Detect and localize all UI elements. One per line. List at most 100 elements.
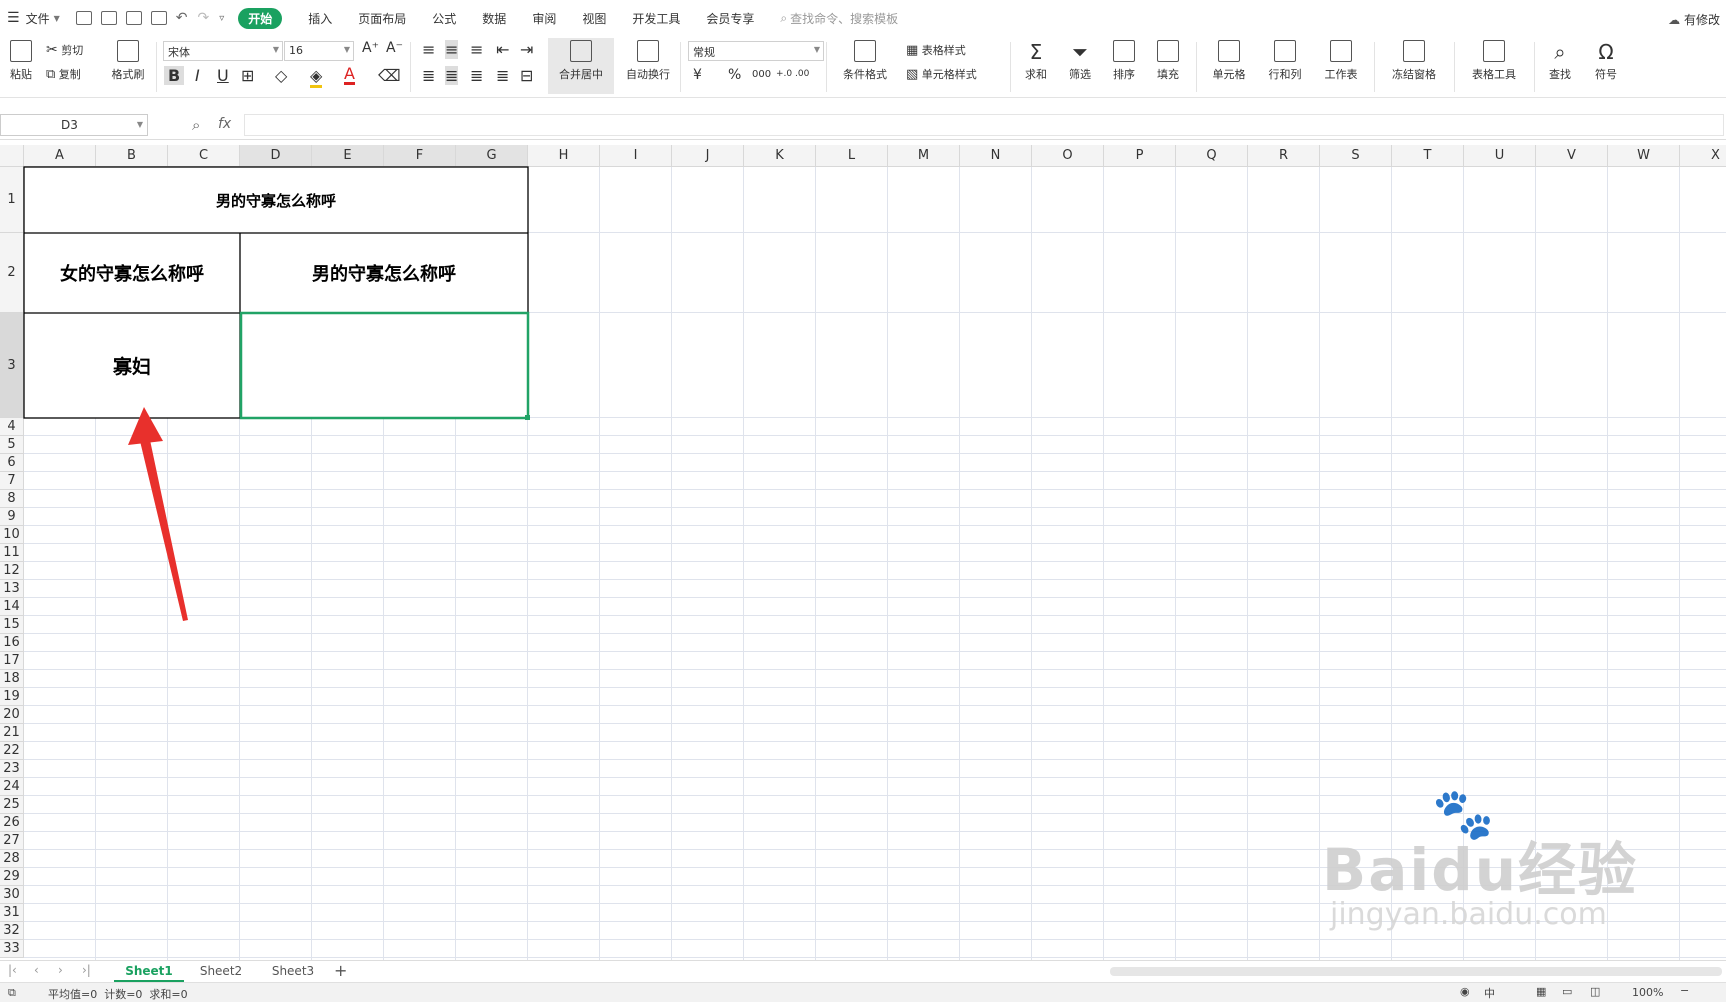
spreadsheet-grid[interactable]: ABCDEFGHIJKLMNOPQRSTUVWX 1 2 3 4 5 6 7 8 9 10 11 12…	[0, 145, 1726, 960]
italic-icon[interactable]: I	[195, 66, 200, 85]
eye-icon[interactable]: ◉	[1460, 985, 1470, 998]
align-middle-icon[interactable]: ≡	[445, 40, 459, 59]
save-icon[interactable]	[75, 11, 92, 25]
table-style-button[interactable]: ▦ 表格样式	[906, 42, 966, 58]
table-outer-border	[23, 166, 529, 419]
fill-button[interactable]: 填充	[1150, 40, 1186, 82]
cloud-status-label: 有修改	[1683, 13, 1720, 27]
sheet-tab-1[interactable]: Sheet1	[114, 961, 184, 982]
worksheet-button[interactable]: 工作表	[1318, 40, 1364, 82]
justify-icon[interactable]: ≣	[496, 66, 509, 85]
align-left-icon[interactable]: ≣	[422, 66, 435, 85]
zoom-icon[interactable]: ⌕	[192, 116, 200, 134]
command-search[interactable]: ⌕ 查找命令、搜索模板	[780, 10, 898, 27]
fill-handle[interactable]	[525, 415, 530, 420]
border-icon[interactable]: ⊞	[241, 66, 254, 85]
normal-view-icon[interactable]: ▦	[1536, 985, 1546, 998]
cut-button[interactable]: ✂ 剪切	[46, 42, 83, 58]
freeze-icon	[1403, 40, 1425, 62]
row-col-button[interactable]: 行和列	[1262, 40, 1308, 82]
distribute-icon[interactable]: ⊟	[520, 66, 533, 85]
copy-button[interactable]: ⧉ 复制	[46, 66, 81, 82]
menu-file-label: 文件	[25, 11, 50, 26]
input-lang[interactable]: 中	[1484, 985, 1495, 1001]
increase-decimal-icon[interactable]: +.0 .00	[776, 69, 809, 79]
cell-button[interactable]: 单元格	[1206, 40, 1252, 82]
tab-page-layout[interactable]: 页面布局	[358, 10, 406, 27]
currency-icon[interactable]: ¥	[693, 67, 702, 83]
decrease-font-icon[interactable]: A⁻	[386, 40, 403, 56]
paste-button[interactable]: 粘贴	[6, 40, 36, 82]
conditional-format-button[interactable]: 条件格式	[836, 40, 894, 82]
format-painter-button[interactable]: 格式刷	[108, 40, 148, 82]
menu-file[interactable]: 文件 ▼	[26, 10, 60, 27]
tab-data[interactable]: 数据	[482, 10, 506, 27]
zoom-out-icon[interactable]: −	[1680, 984, 1689, 997]
font-size-select[interactable]: 16 ▼	[284, 41, 354, 61]
separator	[156, 42, 157, 92]
find-button[interactable]: ⌕ 查找	[1542, 40, 1578, 82]
redo-icon[interactable]: ↷	[197, 10, 209, 26]
tab-developer[interactable]: 开发工具	[632, 10, 680, 27]
first-sheet-icon[interactable]: |‹	[8, 963, 17, 977]
symbol-button[interactable]: Ω 符号	[1588, 40, 1624, 82]
sheet-tab-3[interactable]: Sheet3	[258, 961, 328, 982]
align-right-icon[interactable]: ≣	[470, 66, 483, 85]
tab-view[interactable]: 视图	[582, 10, 606, 27]
font-color-icon[interactable]: A	[344, 66, 355, 85]
prev-sheet-icon[interactable]: ‹	[34, 963, 39, 977]
tab-formulas[interactable]: 公式	[432, 10, 456, 27]
table-tools-button[interactable]: 表格工具	[1464, 40, 1524, 82]
customize-icon[interactable]: ▿	[219, 13, 224, 24]
underline-icon[interactable]: U	[217, 66, 229, 85]
table-style-icon: ▦	[906, 43, 919, 58]
sum-button[interactable]: Σ 求和	[1018, 40, 1054, 82]
tab-review[interactable]: 审阅	[532, 10, 556, 27]
export-icon[interactable]	[100, 11, 117, 25]
next-sheet-icon[interactable]: ›	[58, 963, 63, 977]
print-preview-icon[interactable]	[150, 11, 167, 25]
add-sheet-icon[interactable]: +	[334, 961, 347, 980]
increase-indent-icon[interactable]: ⇥	[520, 40, 533, 59]
sort-button[interactable]: 排序	[1106, 40, 1142, 82]
increase-font-icon[interactable]: A⁺	[362, 40, 379, 56]
tab-insert[interactable]: 插入	[308, 10, 332, 27]
align-center-icon[interactable]: ≣	[445, 66, 459, 85]
separator	[1196, 42, 1197, 92]
decrease-indent-icon[interactable]: ⇤	[496, 40, 509, 59]
cell-style-button[interactable]: ▧ 单元格样式	[906, 66, 977, 82]
highlight-icon[interactable]: ◈	[310, 66, 323, 88]
align-top-icon[interactable]: ≡	[422, 40, 435, 59]
worksheet-icon	[1330, 40, 1352, 62]
number-format-select[interactable]: 常规 ▼	[688, 41, 824, 61]
tab-start[interactable]: 开始	[238, 7, 283, 29]
sheet-tab-2[interactable]: Sheet2	[186, 961, 256, 982]
thousands-icon[interactable]: 000	[752, 69, 771, 80]
page-break-view-icon[interactable]: ◫	[1590, 985, 1600, 998]
formula-input[interactable]	[244, 114, 1724, 136]
filter-button[interactable]: ⏷ 筛选	[1062, 40, 1098, 82]
hamburger-icon[interactable]: ☰	[7, 10, 20, 26]
wrap-text-button[interactable]: 自动换行	[622, 40, 674, 82]
percent-icon[interactable]: %	[728, 67, 741, 83]
last-sheet-icon[interactable]: ›|	[82, 963, 91, 977]
sheet-tab-bar: |‹ ‹ › ›| Sheet1 Sheet2 Sheet3 +	[0, 960, 1726, 982]
name-box[interactable]: D3 ▼	[0, 114, 148, 136]
freeze-panes-button[interactable]: 冻结窗格	[1384, 40, 1444, 82]
macro-icon[interactable]: ⧉	[8, 986, 16, 1000]
fx-icon[interactable]: fx	[218, 116, 231, 132]
font-name-value: 宋体	[168, 46, 190, 59]
cell-fill-icon[interactable]: ◇	[275, 66, 287, 85]
font-name-select[interactable]: 宋体 ▼	[163, 41, 283, 61]
clear-format-icon[interactable]: ⌫	[378, 66, 401, 85]
horizontal-scrollbar[interactable]	[1110, 967, 1722, 976]
tab-member[interactable]: 会员专享	[706, 10, 754, 27]
page-layout-view-icon[interactable]: ▭	[1562, 985, 1572, 998]
align-bottom-icon[interactable]: ≡	[470, 40, 483, 59]
undo-icon[interactable]: ↶	[176, 10, 188, 26]
bold-icon[interactable]: B	[164, 66, 185, 85]
zoom-level[interactable]: 100%	[1632, 986, 1663, 999]
cloud-status[interactable]: ☁ 有修改	[1668, 11, 1720, 28]
merge-center-button[interactable]: 合并居中	[548, 38, 614, 94]
print-icon[interactable]	[125, 11, 142, 25]
